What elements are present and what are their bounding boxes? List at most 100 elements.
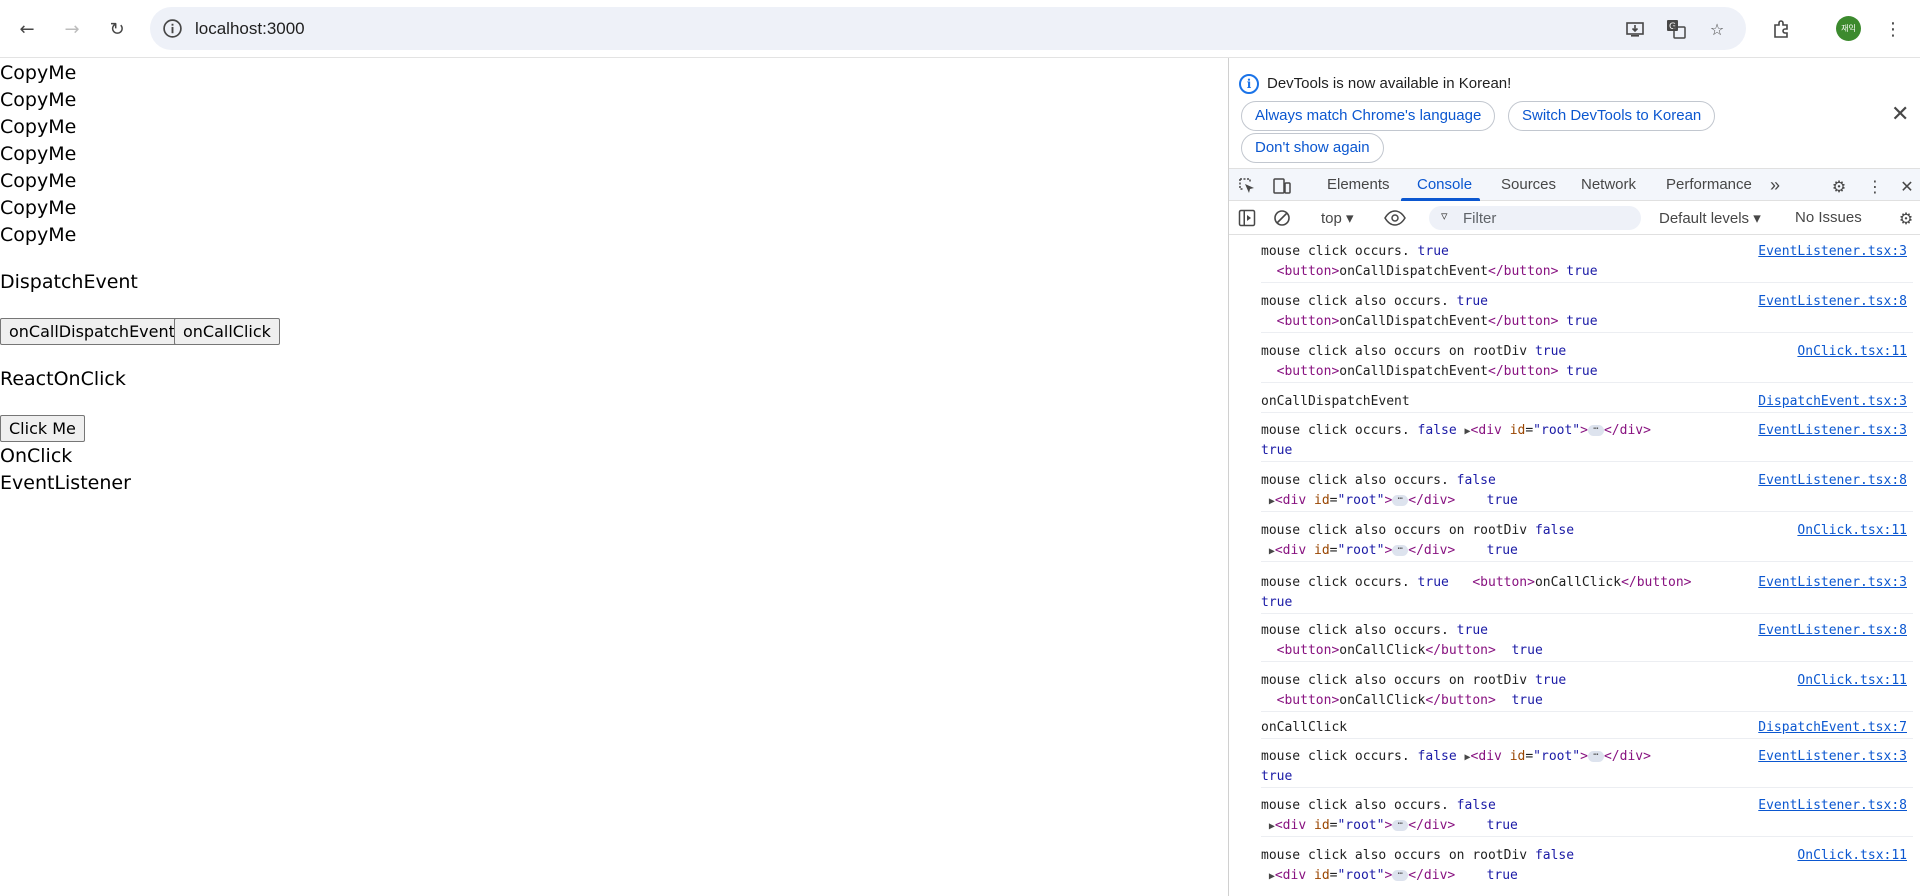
source-link[interactable]: OnClick.tsx:11 xyxy=(1797,671,1907,691)
console-message-detail[interactable]: true xyxy=(1261,767,1292,787)
console-message-detail[interactable]: ▶<div id="root"> ⋯ </div> true xyxy=(1261,541,1518,562)
console-message-detail[interactable]: <button>onCallDispatchEvent</button> tru… xyxy=(1261,362,1598,382)
source-link[interactable]: EventListener.tsx:3 xyxy=(1758,421,1907,441)
more-tabs-icon[interactable]: » xyxy=(1770,169,1780,201)
settings-gear-icon[interactable]: ⚙ xyxy=(1828,175,1850,197)
console-filter[interactable]: ▿ xyxy=(1429,206,1641,230)
kebab-menu-icon[interactable]: ⋮ xyxy=(1877,13,1909,45)
click-me-button[interactable]: Click Me xyxy=(0,415,85,442)
info-icon: i xyxy=(1239,74,1259,94)
clear-console-icon[interactable] xyxy=(1271,207,1293,229)
install-app-icon[interactable] xyxy=(1624,18,1646,40)
console-log: mouse click occurs. true <button>onCallD… xyxy=(1229,236,1920,896)
copy-me-text: CopyMe xyxy=(0,89,77,111)
tab-network[interactable]: Network xyxy=(1581,169,1636,201)
tab-console[interactable]: Console xyxy=(1417,169,1472,201)
source-link[interactable]: EventListener.tsx:3 xyxy=(1758,573,1907,593)
console-message-text[interactable]: mouse click occurs. true <button>onCallC… xyxy=(1261,573,1692,593)
console-message: onCallDispatchEvent DispatchEvent.tsx:3 xyxy=(1261,392,1913,413)
console-message-text[interactable]: mouse click also occurs. false xyxy=(1261,796,1496,816)
source-link[interactable]: DispatchEvent.tsx:3 xyxy=(1758,392,1907,412)
console-message-text[interactable]: mouse click also occurs on rootDiv true xyxy=(1261,342,1566,362)
source-link[interactable]: EventListener.tsx:3 xyxy=(1758,242,1907,262)
sidebar-toggle-icon[interactable] xyxy=(1236,207,1258,229)
site-info-icon[interactable] xyxy=(162,18,183,39)
console-message-detail[interactable]: <button>onCallDispatchEvent</button> tru… xyxy=(1261,312,1598,332)
console-message: mouse click occurs. true <button>onCallD… xyxy=(1261,242,1913,283)
console-message-text[interactable]: mouse click also occurs. true xyxy=(1261,292,1488,312)
console-message-text[interactable]: mouse click occurs. true xyxy=(1261,242,1449,262)
console-message-text[interactable]: mouse click also occurs on rootDiv false xyxy=(1261,846,1574,866)
source-link[interactable]: OnClick.tsx:11 xyxy=(1797,342,1907,362)
tab-elements[interactable]: Elements xyxy=(1327,169,1390,201)
console-message-detail[interactable]: <button>onCallClick</button> true xyxy=(1261,641,1543,661)
console-message-detail[interactable]: true xyxy=(1261,441,1292,461)
console-message-text[interactable]: onCallDispatchEvent xyxy=(1261,392,1410,412)
close-devtools-icon[interactable]: ✕ xyxy=(1896,175,1918,197)
console-message-detail[interactable]: ▶<div id="root"> ⋯ </div> true xyxy=(1261,491,1518,512)
match-language-button[interactable]: Always match Chrome's language xyxy=(1241,101,1496,131)
console-message: mouse click also occurs. true <button>on… xyxy=(1261,621,1913,662)
url-text[interactable]: localhost:3000 xyxy=(195,19,305,39)
console-message: mouse click also occurs. false ▶<div id=… xyxy=(1261,471,1913,512)
console-message-text[interactable]: mouse click also occurs on rootDiv false xyxy=(1261,521,1574,541)
console-settings-icon[interactable]: ⚙ xyxy=(1895,207,1917,229)
tab-sources[interactable]: Sources xyxy=(1501,169,1556,201)
source-link[interactable]: EventListener.tsx:8 xyxy=(1758,471,1907,491)
source-link[interactable]: EventListener.tsx:8 xyxy=(1758,621,1907,641)
console-message-detail[interactable]: ▶<div id="root"> ⋯ </div> true xyxy=(1261,866,1518,887)
console-message-detail[interactable]: ▶<div id="root"> ⋯ </div> true xyxy=(1261,816,1518,837)
copy-me-text: CopyMe xyxy=(0,143,77,165)
tab-performance[interactable]: Performance xyxy=(1666,169,1752,201)
extensions-icon[interactable] xyxy=(1765,13,1797,45)
console-message-detail[interactable]: <button>onCallDispatchEvent</button> tru… xyxy=(1261,262,1598,282)
copy-me-text: CopyMe xyxy=(0,197,77,219)
console-message: mouse click also occurs on rootDiv true … xyxy=(1261,342,1913,383)
switch-to-korean-button[interactable]: Switch DevTools to Korean xyxy=(1508,101,1716,131)
eye-icon[interactable] xyxy=(1384,207,1406,229)
log-levels-dropdown[interactable]: Default levels ▾ xyxy=(1659,209,1761,227)
address-bar[interactable]: localhost:3000 G ☆ xyxy=(150,7,1746,50)
console-message: mouse click also occurs on rootDiv true … xyxy=(1261,671,1913,712)
issues-counter[interactable]: No Issues xyxy=(1795,209,1862,226)
console-message-text[interactable]: mouse click occurs. false ▶<div id="root… xyxy=(1261,421,1651,442)
console-message: mouse click occurs. true <button>onCallC… xyxy=(1261,573,1913,614)
console-message: mouse click also occurs on rootDiv false… xyxy=(1261,521,1913,562)
forward-arrow-icon[interactable]: → xyxy=(56,13,88,45)
device-toolbar-icon[interactable] xyxy=(1271,175,1293,197)
event-listener-text: EventListener xyxy=(0,472,131,494)
source-link[interactable]: EventListener.tsx:8 xyxy=(1758,292,1907,312)
avatar[interactable]: 재익 xyxy=(1836,16,1861,41)
source-link[interactable]: EventListener.tsx:3 xyxy=(1758,747,1907,767)
source-link[interactable]: EventListener.tsx:8 xyxy=(1758,796,1907,816)
infobar-message: DevTools is now available in Korean! xyxy=(1267,75,1512,92)
on-call-click-button[interactable]: onCallClick xyxy=(174,318,280,345)
back-arrow-icon[interactable]: ← xyxy=(11,13,43,45)
copy-me-text: CopyMe xyxy=(0,62,77,84)
reload-icon[interactable]: ↻ xyxy=(101,13,133,45)
context-selector[interactable]: top ▾ xyxy=(1321,209,1354,227)
close-icon[interactable]: ✕ xyxy=(1891,102,1909,127)
console-message-text[interactable]: mouse click occurs. false ▶<div id="root… xyxy=(1261,747,1651,768)
devtools-menu-icon[interactable]: ⋮ xyxy=(1864,175,1886,197)
on-call-dispatch-event-button[interactable]: onCallDispatchEvent xyxy=(0,318,184,345)
console-message: mouse click occurs. false ▶<div id="root… xyxy=(1261,747,1913,788)
inspect-element-icon[interactable] xyxy=(1236,175,1258,197)
source-link[interactable]: OnClick.tsx:11 xyxy=(1797,521,1907,541)
console-message-text[interactable]: onCallClick xyxy=(1261,718,1347,738)
console-message-text[interactable]: mouse click also occurs. false xyxy=(1261,471,1496,491)
on-click-text: OnClick xyxy=(0,445,73,467)
copy-me-text: CopyMe xyxy=(0,170,77,192)
dont-show-again-button[interactable]: Don't show again xyxy=(1241,133,1384,163)
translate-icon[interactable]: G xyxy=(1665,18,1687,40)
source-link[interactable]: DispatchEvent.tsx:7 xyxy=(1758,718,1907,738)
console-message-text[interactable]: mouse click also occurs. true xyxy=(1261,621,1488,641)
console-message-detail[interactable]: <button>onCallClick</button> true xyxy=(1261,691,1543,711)
console-message-text[interactable]: mouse click also occurs on rootDiv true xyxy=(1261,671,1566,691)
console-message-detail[interactable]: true xyxy=(1261,593,1292,613)
bookmark-star-icon[interactable]: ☆ xyxy=(1706,18,1728,40)
copy-me-text: CopyMe xyxy=(0,116,77,138)
source-link[interactable]: OnClick.tsx:11 xyxy=(1797,846,1907,866)
filter-input[interactable] xyxy=(1463,208,1633,228)
page-content: CopyMe CopyMe CopyMe CopyMe CopyMe CopyM… xyxy=(0,58,1228,896)
